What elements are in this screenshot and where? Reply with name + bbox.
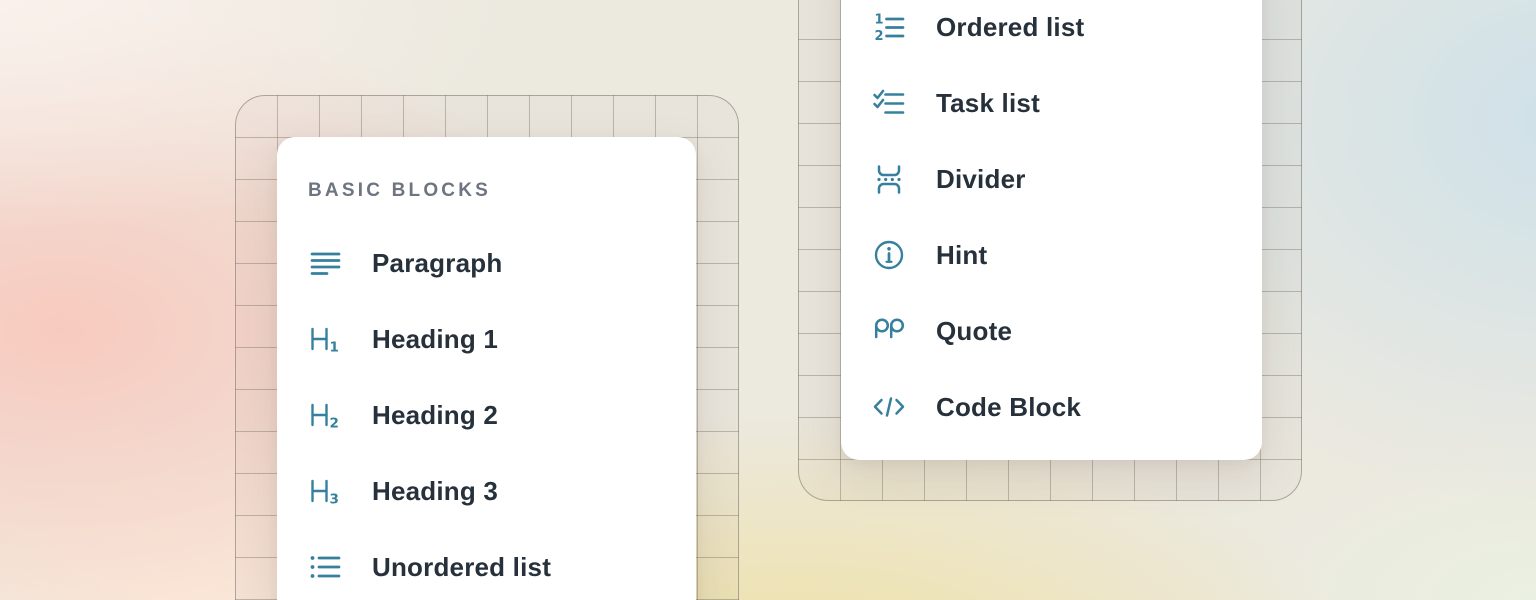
menu-item-label: Heading 2 bbox=[372, 400, 498, 431]
menu-item-label: Ordered list bbox=[936, 12, 1084, 43]
menu-item-quote[interactable]: Quote bbox=[841, 293, 1262, 369]
menu-item-paragraph[interactable]: Paragraph bbox=[277, 225, 696, 301]
svg-text:2: 2 bbox=[330, 416, 339, 432]
hint-icon bbox=[872, 238, 906, 272]
ordered-list-icon: 1 2 bbox=[872, 10, 906, 44]
basic-blocks-menu: BASIC BLOCKS Paragraph bbox=[277, 137, 696, 600]
menu-item-label: Code Block bbox=[936, 392, 1081, 423]
menu-item-task-list[interactable]: Task list bbox=[841, 65, 1262, 141]
code-block-icon bbox=[872, 390, 906, 424]
heading-2-icon: 2 bbox=[308, 398, 342, 432]
menu-item-label: Heading 1 bbox=[372, 324, 498, 355]
hero-background: BASIC BLOCKS Paragraph bbox=[0, 0, 1536, 600]
menu-section-header: BASIC BLOCKS bbox=[308, 179, 696, 203]
menu-item-divider[interactable]: Divider bbox=[841, 141, 1262, 217]
menu-item-label: Quote bbox=[936, 316, 1012, 347]
unordered-list-icon bbox=[308, 550, 342, 584]
menu-item-label: Unordered list bbox=[372, 552, 551, 583]
menu-item-label: Paragraph bbox=[372, 248, 502, 279]
svg-text:1: 1 bbox=[330, 340, 339, 356]
svg-text:1: 1 bbox=[875, 13, 884, 28]
menu-item-label: Hint bbox=[936, 240, 987, 271]
svg-text:3: 3 bbox=[330, 492, 339, 508]
menu-item-unordered-list[interactable]: Unordered list bbox=[277, 529, 696, 600]
blocks-list: 1 2 Ordered list bbox=[841, 0, 1262, 445]
menu-item-hint[interactable]: Hint bbox=[841, 217, 1262, 293]
basic-blocks-list: Paragraph 1 Heading 1 bbox=[277, 225, 696, 600]
heading-3-icon: 3 bbox=[308, 474, 342, 508]
heading-1-icon: 1 bbox=[308, 322, 342, 356]
menu-item-label: Task list bbox=[936, 88, 1040, 119]
quote-icon bbox=[872, 314, 906, 348]
menu-item-heading-3[interactable]: 3 Heading 3 bbox=[277, 453, 696, 529]
menu-item-ordered-list[interactable]: 1 2 Ordered list bbox=[841, 0, 1262, 65]
menu-item-heading-1[interactable]: 1 Heading 1 bbox=[277, 301, 696, 377]
menu-item-heading-2[interactable]: 2 Heading 2 bbox=[277, 377, 696, 453]
paragraph-icon bbox=[308, 246, 342, 280]
task-list-icon bbox=[872, 86, 906, 120]
blocks-menu-continued: 1 2 Ordered list bbox=[841, 0, 1262, 460]
menu-item-code-block[interactable]: Code Block bbox=[841, 369, 1262, 445]
menu-item-label: Divider bbox=[936, 164, 1026, 195]
divider-icon bbox=[872, 162, 906, 196]
svg-text:2: 2 bbox=[875, 29, 884, 44]
menu-item-label: Heading 3 bbox=[372, 476, 498, 507]
